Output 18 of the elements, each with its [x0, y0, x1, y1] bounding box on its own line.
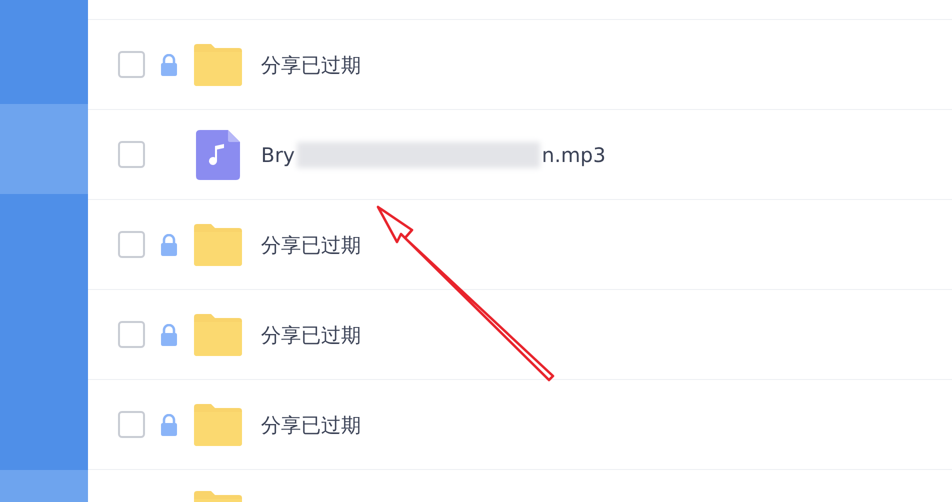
file-name[interactable]: 分享已过期: [261, 50, 361, 80]
file-name[interactable]: 分享已过期: [261, 410, 361, 440]
sidebar-item[interactable]: [0, 470, 88, 502]
checkbox[interactable]: [118, 321, 145, 348]
folder-icon: [192, 222, 244, 266]
folder-icon: [192, 42, 244, 86]
file-name-start[interactable]: Bry: [261, 140, 295, 170]
checkbox[interactable]: [118, 231, 145, 258]
file-name[interactable]: 分享已过期: [261, 230, 361, 260]
file-name[interactable]: 分享已过期: [261, 320, 361, 350]
checkbox[interactable]: [118, 51, 145, 78]
music-file-icon: [196, 130, 240, 180]
checkbox[interactable]: [118, 141, 145, 168]
file-extension[interactable]: n.mp3: [542, 140, 606, 170]
sidebar-item[interactable]: [0, 104, 88, 194]
folder-icon: [192, 312, 244, 356]
folder-icon: [192, 402, 244, 446]
checkbox[interactable]: [118, 411, 145, 438]
